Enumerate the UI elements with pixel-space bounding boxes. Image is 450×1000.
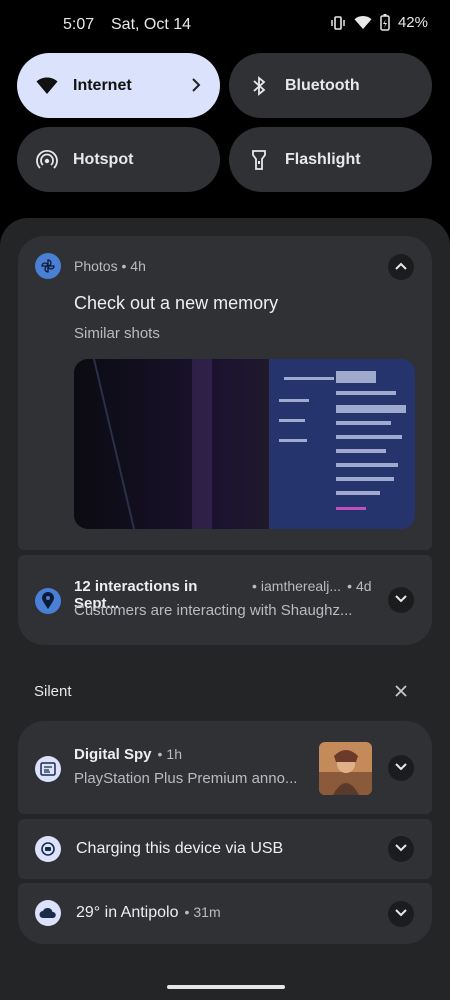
photos-notification[interactable]: Photos • 4h Check out a new memory Simil… bbox=[18, 236, 432, 550]
status-date: Sat, Oct 14 bbox=[111, 16, 192, 33]
gesture-navigation-bar[interactable] bbox=[167, 985, 285, 989]
article-thumbnail bbox=[319, 742, 372, 795]
chevron-down-icon bbox=[394, 591, 408, 609]
tile-hotspot[interactable]: Hotspot bbox=[17, 127, 220, 192]
cloud-icon bbox=[35, 900, 61, 926]
app-name: Photos bbox=[74, 258, 118, 274]
chevron-up-icon bbox=[394, 258, 408, 276]
notification-text: PlayStation Plus Premium anno... bbox=[74, 770, 298, 787]
tile-internet[interactable]: Internet bbox=[17, 53, 220, 118]
tile-bluetooth-label: Bluetooth bbox=[285, 76, 360, 94]
clear-silent-button[interactable] bbox=[392, 682, 410, 705]
chevron-down-icon bbox=[394, 905, 408, 923]
flashlight-icon bbox=[247, 148, 271, 172]
notification-account: iamtherealj... bbox=[260, 578, 342, 594]
business-notification[interactable]: 12 interactions in Sept... • iamtherealj… bbox=[18, 555, 432, 645]
chevron-down-icon bbox=[394, 840, 408, 858]
tile-hotspot-label: Hotspot bbox=[73, 150, 134, 168]
news-icon bbox=[35, 756, 61, 782]
memory-image[interactable] bbox=[74, 359, 415, 529]
separator-dot: • bbox=[184, 904, 190, 920]
separator-dot: • bbox=[347, 578, 352, 594]
close-icon bbox=[392, 685, 410, 704]
notification-time: 4d bbox=[355, 578, 372, 594]
separator-dot: • bbox=[157, 746, 163, 762]
app-name: Digital Spy bbox=[74, 746, 152, 763]
notification-time: 1h bbox=[166, 746, 182, 762]
notification-title: 29° in Antipolo bbox=[76, 904, 179, 921]
separator-dot: • bbox=[121, 258, 131, 274]
usb-charging-icon bbox=[35, 836, 61, 862]
notification-header: Digital Spy • 1h bbox=[74, 746, 182, 763]
silent-section-label: Silent bbox=[34, 683, 72, 700]
notification-time: 4h bbox=[130, 258, 146, 274]
tile-bluetooth[interactable]: Bluetooth bbox=[229, 53, 432, 118]
notification-title: Check out a new memory bbox=[74, 293, 279, 313]
tile-internet-label: Internet bbox=[73, 76, 132, 94]
status-bar: 5:07 Sat, Oct 14 42% bbox=[0, 0, 450, 50]
digital-spy-notification[interactable]: Digital Spy • 1h PlayStation Plus Premiu… bbox=[18, 721, 432, 814]
notification-title: Charging this device via USB bbox=[76, 840, 284, 857]
hotspot-icon bbox=[35, 148, 59, 172]
notification-text: Customers are interacting with Shaughz..… bbox=[74, 602, 353, 619]
weather-notification[interactable]: 29° in Antipolo • 31m bbox=[18, 883, 432, 944]
status-icons: 42% bbox=[330, 14, 428, 31]
tile-flashlight-label: Flashlight bbox=[285, 150, 361, 168]
bluetooth-icon bbox=[247, 74, 271, 98]
wifi-icon bbox=[35, 74, 59, 98]
status-time: 5:07 bbox=[63, 16, 95, 33]
chevron-right-icon bbox=[190, 75, 202, 100]
chevron-down-icon bbox=[394, 759, 408, 777]
notification-text: Similar shots bbox=[74, 325, 160, 342]
tile-flashlight[interactable]: Flashlight bbox=[229, 127, 432, 192]
battery-charging-icon bbox=[380, 14, 390, 31]
photos-pinwheel-icon bbox=[35, 253, 61, 279]
notification-header: Photos • 4h bbox=[74, 258, 146, 274]
wifi-icon bbox=[354, 15, 372, 30]
separator-dot: • bbox=[252, 578, 257, 594]
usb-charging-notification[interactable]: Charging this device via USB bbox=[18, 819, 432, 879]
expand-button[interactable] bbox=[388, 901, 414, 927]
expand-button[interactable] bbox=[388, 755, 414, 781]
notification-header: 29° in Antipolo • 31m bbox=[76, 904, 221, 922]
notification-time: 31m bbox=[193, 904, 221, 920]
expand-button[interactable] bbox=[388, 836, 414, 862]
collapse-button[interactable] bbox=[388, 254, 414, 280]
expand-button[interactable] bbox=[388, 587, 414, 613]
vibrate-icon bbox=[330, 15, 346, 31]
battery-percent: 42% bbox=[397, 14, 428, 31]
location-pin-icon bbox=[35, 588, 61, 614]
